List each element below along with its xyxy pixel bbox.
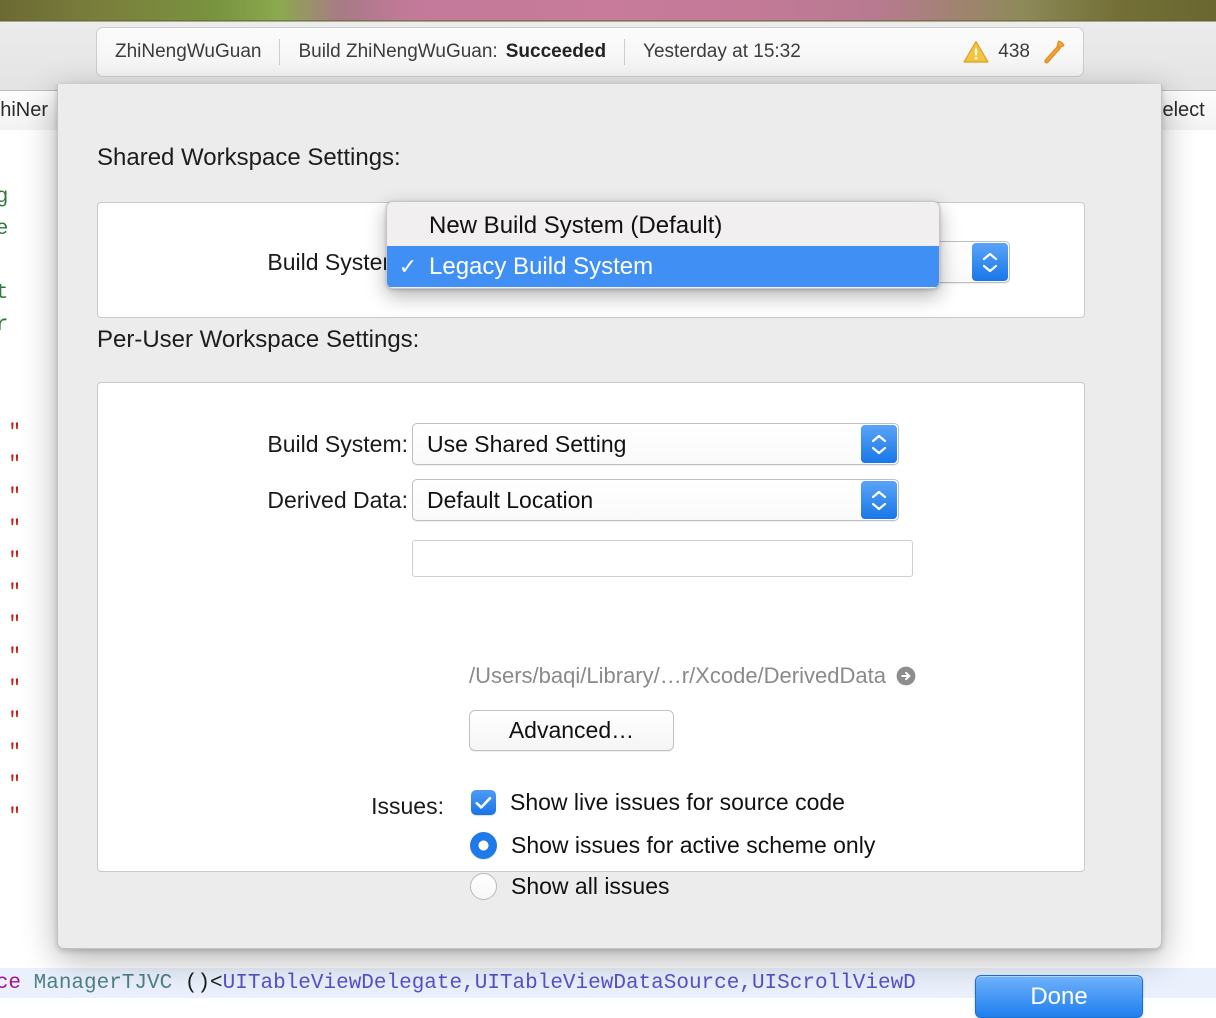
done-button[interactable]: Done	[975, 975, 1143, 1018]
peruser-build-system-stepper-icon[interactable]	[861, 425, 897, 463]
menu-item-legacy-build-system[interactable]: ✓ Legacy Build System	[387, 246, 939, 287]
shared-workspace-settings-title: Shared Workspace Settings:	[97, 144, 401, 171]
shared-build-system-stepper-icon[interactable]	[972, 243, 1008, 281]
code-line: rt "	[8, 582, 22, 605]
menu-item-label: New Build System (Default)	[429, 211, 723, 239]
code-line: rt "	[8, 710, 22, 733]
activity-scheme-name: ZhiNengWuGuan	[115, 41, 262, 62]
peruser-build-system-popup[interactable]: Use Shared Setting	[412, 423, 899, 465]
code-line: rt "	[8, 486, 22, 509]
issue-option-label: Show issues for active scheme only	[511, 832, 876, 858]
code-token-protocols: UITableViewDelegate,UITableViewDataSourc…	[222, 972, 916, 995]
activity-timestamp: Yesterday at 15:32	[643, 41, 801, 62]
peruser-build-system-label: Build System:	[267, 431, 408, 457]
code-token-keyword: rface	[0, 972, 22, 995]
menu-item-label: Legacy Build System	[429, 252, 654, 280]
hammer-icon[interactable]	[1039, 38, 1067, 66]
radio-selected-icon[interactable]	[470, 832, 497, 859]
derived-data-resolved-path: /Users/baqi/Library/…r/Xcode/DerivedData	[469, 663, 886, 688]
code-line: rt "	[8, 678, 22, 701]
code-line: hiNe	[0, 218, 9, 241]
issue-option-active-scheme-only[interactable]: Show issues for active scheme only	[470, 832, 875, 859]
xcode-window: ZhiNer No Select anag hiNe reat opyr rt …	[0, 22, 1216, 1018]
checkmark-icon: ✓	[398, 253, 418, 279]
xcode-toolbar: ZhiNengWuGuan Build ZhiNengWuGuan: Succee…	[0, 22, 1216, 91]
menu-item-new-build-system[interactable]: New Build System (Default)	[387, 205, 939, 246]
activity-build-status-prefix: Build ZhiNengWuGuan:	[298, 41, 498, 62]
warning-triangle-icon[interactable]	[963, 40, 989, 64]
derived-data-value: Default Location	[427, 487, 594, 513]
warning-count: 438	[998, 41, 1030, 62]
arrow-in-circle-icon[interactable]	[895, 665, 917, 687]
code-line: rt "	[8, 454, 22, 477]
peruser-build-system-value: Use Shared Setting	[427, 431, 627, 457]
code-line: rt "	[8, 742, 22, 765]
build-system-dropdown-menu[interactable]: New Build System (Default) ✓ Legacy Buil…	[386, 201, 940, 289]
code-token-class: ManagerTJVC	[21, 972, 173, 995]
checkbox-checked-icon[interactable]	[471, 790, 496, 815]
radio-unselected-icon[interactable]	[470, 873, 497, 900]
per-user-workspace-settings-title: Per-User Workspace Settings:	[97, 326, 420, 353]
code-line: rt "	[8, 422, 22, 445]
code-line: opyr	[0, 314, 9, 337]
issue-option-live-issues[interactable]: Show live issues for source code	[471, 789, 845, 816]
code-line: reat	[0, 282, 9, 305]
code-line-interface-decl: rface ManagerTJVC ()<UITableViewDelegate…	[0, 968, 916, 1000]
code-line: rt "	[8, 774, 22, 797]
activity-build-status: Build ZhiNengWuGuan: Succeeded	[280, 41, 624, 63]
code-line: rt "	[8, 614, 22, 637]
issues-label: Issues:	[371, 793, 444, 819]
jump-bar-left-path[interactable]: ZhiNer	[0, 99, 48, 122]
derived-data-stepper-icon[interactable]	[861, 481, 897, 519]
activity-view[interactable]: ZhiNengWuGuan Build ZhiNengWuGuan: Succee…	[96, 27, 1084, 77]
issue-option-label: Show all issues	[511, 873, 670, 899]
code-line: rt "	[8, 806, 22, 829]
code-line: rt "	[8, 550, 22, 573]
issue-option-all-issues[interactable]: Show all issues	[470, 873, 670, 900]
derived-data-path-input[interactable]	[412, 540, 913, 577]
activity-build-status-result: Succeeded	[505, 41, 607, 62]
issue-option-label: Show live issues for source code	[510, 789, 845, 815]
code-line: rt "	[8, 518, 22, 541]
shared-build-system-label: Build System:	[267, 249, 408, 275]
code-line: anag	[0, 186, 9, 209]
derived-data-popup[interactable]: Default Location	[412, 479, 899, 521]
advanced-button[interactable]: Advanced…	[469, 710, 674, 751]
code-token-plain: ()<	[172, 972, 223, 995]
derived-data-resolved-path-row[interactable]: /Users/baqi/Library/…r/Xcode/DerivedData	[469, 663, 917, 689]
code-line: rt "	[8, 646, 22, 669]
desktop-wallpaper	[0, 0, 1216, 21]
derived-data-label: Derived Data:	[267, 487, 408, 513]
activity-right-cluster: 438	[963, 38, 1083, 66]
